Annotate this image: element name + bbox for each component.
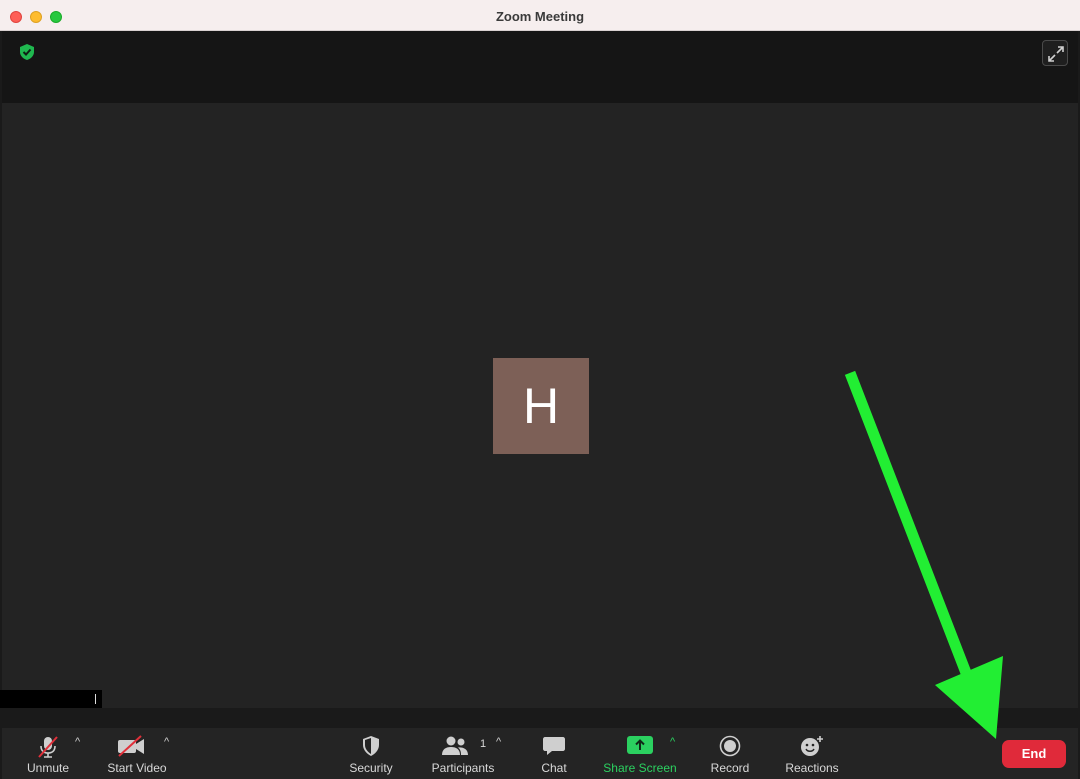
participant-name-tag bbox=[0, 690, 102, 708]
record-label: Record bbox=[710, 761, 750, 775]
participants-button[interactable]: 1 Participants bbox=[426, 728, 500, 779]
participant-avatar: H bbox=[493, 358, 589, 454]
security-button[interactable]: Security bbox=[342, 728, 400, 779]
meeting-toolbar: Unmute ^ Start Video ^ Security 1 Partic… bbox=[2, 728, 1078, 779]
fullscreen-icon bbox=[1048, 46, 1064, 62]
microphone-muted-icon bbox=[38, 736, 58, 758]
shield-icon bbox=[363, 736, 379, 756]
share-screen-label: Share Screen bbox=[603, 761, 677, 775]
start-video-button[interactable]: Start Video bbox=[100, 728, 174, 779]
meeting-top-bar bbox=[2, 31, 1078, 103]
unmute-button[interactable]: Unmute bbox=[16, 728, 80, 779]
record-button[interactable]: Record bbox=[704, 728, 756, 779]
record-icon bbox=[719, 735, 741, 757]
audio-options-caret[interactable]: ^ bbox=[75, 736, 80, 748]
security-label: Security bbox=[349, 761, 393, 775]
participants-options-caret[interactable]: ^ bbox=[496, 736, 501, 748]
participants-count: 1 bbox=[480, 738, 487, 750]
chat-button[interactable]: Chat bbox=[532, 728, 576, 779]
participants-label: Participants bbox=[431, 761, 495, 775]
emoji-plus-icon bbox=[801, 736, 823, 756]
share-options-caret[interactable]: ^ bbox=[670, 736, 675, 748]
start-video-label: Start Video bbox=[107, 761, 167, 775]
people-icon bbox=[442, 736, 468, 755]
window-titlebar: Zoom Meeting bbox=[0, 0, 1080, 31]
share-screen-button[interactable]: Share Screen bbox=[600, 728, 680, 779]
video-options-caret[interactable]: ^ bbox=[164, 736, 169, 748]
video-stage: H bbox=[2, 103, 1078, 708]
fullscreen-button[interactable] bbox=[1042, 40, 1068, 66]
shield-check-icon[interactable] bbox=[18, 43, 36, 61]
video-off-icon bbox=[118, 735, 144, 757]
reactions-label: Reactions bbox=[785, 761, 839, 775]
chat-bubble-icon bbox=[543, 737, 565, 755]
reactions-button[interactable]: Reactions bbox=[780, 728, 844, 779]
unmute-label: Unmute bbox=[26, 761, 70, 775]
share-screen-icon bbox=[627, 736, 653, 754]
end-meeting-button[interactable]: End bbox=[1002, 740, 1066, 768]
chat-label: Chat bbox=[541, 761, 567, 775]
window-title: Zoom Meeting bbox=[495, 9, 585, 24]
